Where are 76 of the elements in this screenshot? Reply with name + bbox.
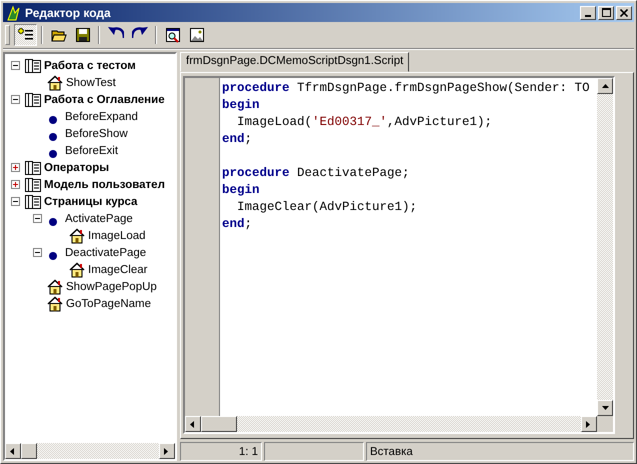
scroll-thumb[interactable] — [21, 443, 37, 459]
tree-item[interactable]: Страницы курса — [44, 196, 138, 208]
scroll-left-button[interactable] — [5, 443, 21, 459]
code-line: procedure DeactivatePage; — [222, 165, 411, 182]
horizontal-scrollbar[interactable] — [5, 443, 175, 459]
maximize-button[interactable] — [598, 6, 614, 20]
collapse-toggle[interactable] — [11, 197, 20, 206]
left-arrow-icon — [189, 420, 197, 428]
expand-toggle[interactable] — [11, 163, 20, 172]
toolbar-button[interactable] — [14, 24, 37, 46]
house-icon — [46, 296, 64, 312]
code-line: begin — [222, 182, 261, 199]
window-title: Редактор кода — [25, 6, 112, 20]
tree-item[interactable]: BeforeExit — [65, 144, 118, 156]
scrollbar-corner — [597, 416, 613, 432]
left-arrow-icon — [9, 446, 17, 456]
code-line: end; — [222, 216, 254, 233]
image-icon — [188, 27, 204, 43]
tree-item[interactable]: Модель пользовател — [44, 178, 165, 190]
tree-item[interactable]: ImageClear — [88, 264, 148, 276]
book-stack-icon — [24, 194, 42, 210]
collapse-toggle[interactable] — [11, 61, 20, 70]
house-icon — [68, 228, 86, 244]
tree-item[interactable]: GoToPageName — [66, 298, 152, 310]
book-stack-icon — [24, 160, 42, 176]
dot-icon — [49, 218, 57, 226]
minimize-button[interactable] — [580, 6, 596, 20]
close-button[interactable] — [616, 6, 632, 20]
tree-item[interactable]: Операторы — [44, 162, 110, 174]
edit-mode: Вставка — [366, 442, 634, 461]
vertical-scrollbar[interactable] — [597, 78, 613, 416]
book-stack-icon — [24, 92, 42, 108]
collapse-toggle[interactable] — [33, 214, 42, 223]
dot-icon — [49, 252, 57, 260]
tree-item[interactable]: BeforeShow — [65, 128, 128, 140]
scroll-right-button[interactable] — [159, 443, 175, 459]
scroll-up-button[interactable] — [597, 78, 613, 94]
house-icon — [46, 74, 64, 90]
tree-item[interactable]: ImageLoad — [88, 230, 146, 242]
house-icon — [46, 278, 64, 294]
tree-item[interactable]: ShowTest — [66, 76, 116, 88]
tree-item[interactable]: Работа с тестом — [44, 60, 136, 72]
app-icon — [5, 4, 21, 20]
book-stack-icon — [24, 58, 42, 74]
tree-item[interactable]: BeforeExpand — [65, 110, 138, 122]
scroll-thumb[interactable] — [201, 416, 237, 432]
tree-item[interactable]: Работа с Оглавление — [44, 94, 165, 106]
code-line: ImageClear(AdvPicture1); — [236, 199, 418, 216]
scroll-right-button[interactable] — [581, 416, 597, 432]
tree-item[interactable]: ShowPagePopUp — [66, 280, 157, 292]
code-line: procedure TfrmDsgnPage.frmDsgnPageShow(Sender: TO — [222, 80, 590, 97]
collapse-toggle[interactable] — [33, 248, 42, 257]
tree-item[interactable]: DeactivatePage — [65, 246, 146, 258]
editor-tab[interactable]: frmDsgnPage.DCMemoScriptDsgn1.Script — [180, 52, 410, 72]
expand-toggle[interactable] — [11, 180, 20, 189]
code-line: end; — [222, 131, 254, 148]
scroll-left-button[interactable] — [185, 416, 201, 432]
up-arrow-icon — [601, 82, 609, 90]
dot-icon — [49, 132, 57, 140]
collapse-toggle[interactable] — [11, 95, 20, 104]
house-icon — [68, 262, 86, 278]
minimize-icon — [585, 14, 591, 16]
scroll-down-button[interactable] — [597, 400, 613, 416]
code-line: begin — [222, 97, 261, 114]
dot-icon — [49, 116, 57, 124]
code-line: ImageLoad('Ed00317_',AdvPicture1); — [236, 114, 494, 131]
down-arrow-icon — [601, 404, 609, 412]
close-icon — [620, 8, 628, 16]
horizontal-scrollbar[interactable] — [185, 416, 597, 432]
dot-icon — [49, 150, 57, 158]
code-editor[interactable]: procedure TfrmDsgnPage.frmDsgnPageShow(Sender: TO begin ImageLoad('Ed00317_',AdvPicture1); end; procedure DeactivatePage; begin ImageClear(AdvPicture1); end; — [183, 76, 615, 434]
cursor-position: 1: 1 — [180, 442, 262, 461]
maximize-icon — [602, 8, 610, 17]
tree-item[interactable]: ActivatePage — [65, 212, 133, 224]
book-stack-icon — [24, 176, 42, 192]
search-icon — [164, 27, 180, 43]
